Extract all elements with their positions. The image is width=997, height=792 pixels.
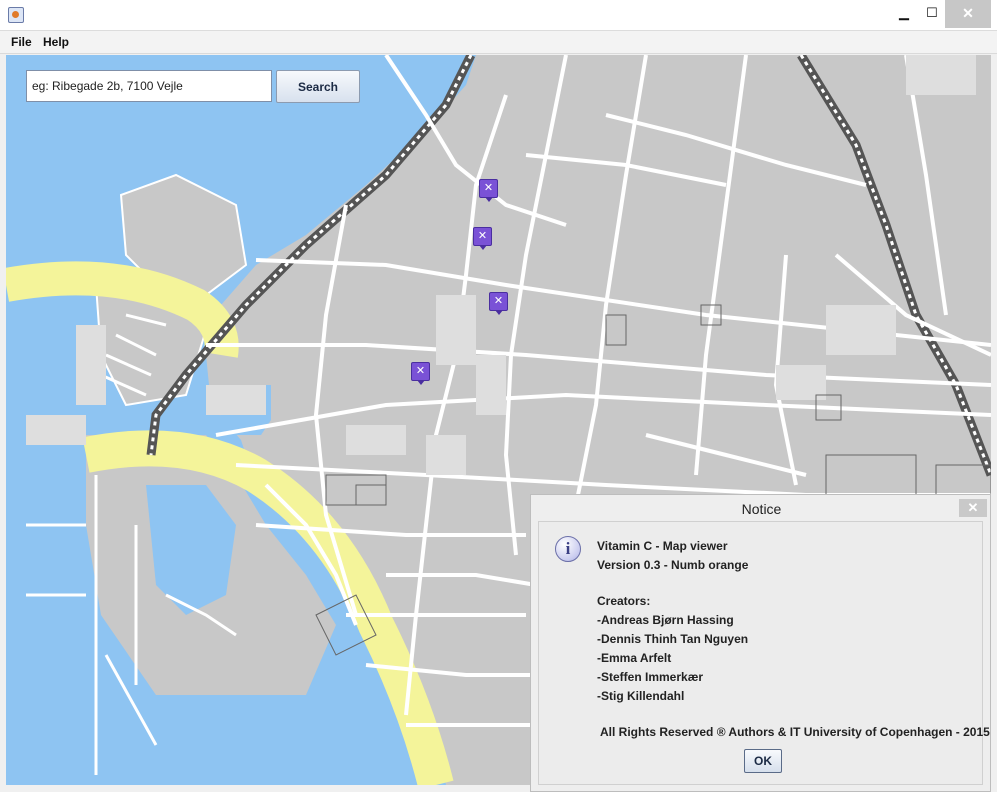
java-app-icon bbox=[8, 7, 24, 23]
about-line-app-name: Vitamin C - Map viewer bbox=[597, 539, 728, 553]
about-line-creator: -Emma Arfelt bbox=[597, 651, 672, 665]
about-line-creator: -Steffen Immerkær bbox=[597, 670, 704, 684]
about-line-creators-heading: Creators: bbox=[597, 594, 651, 608]
menu-bar: File Help bbox=[0, 31, 997, 54]
dialog-title: Notice bbox=[741, 501, 782, 517]
restaurant-icon[interactable]: ✕ bbox=[473, 227, 492, 250]
maximize-button[interactable]: ☐ bbox=[917, 0, 947, 28]
info-icon: i bbox=[555, 536, 581, 562]
about-line-creator: -Stig Killendahl bbox=[597, 689, 685, 703]
menu-help[interactable]: Help bbox=[43, 35, 69, 49]
copyright-footer: All Rights Reserved ® Authors & IT Unive… bbox=[600, 725, 990, 739]
about-line-version: Version 0.3 - Numb orange bbox=[597, 558, 749, 572]
notice-dialog: Notice ✕ i Vitamin C - Map viewer Versio… bbox=[530, 494, 991, 792]
address-search-input[interactable] bbox=[26, 70, 272, 102]
restaurant-icon[interactable]: ✕ bbox=[411, 362, 430, 385]
dialog-body: i Vitamin C - Map viewer Version 0.3 - N… bbox=[538, 521, 990, 785]
restaurant-icon[interactable]: ✕ bbox=[479, 179, 498, 202]
close-window-button[interactable]: ✕ bbox=[945, 0, 991, 28]
search-button[interactable]: Search bbox=[276, 70, 360, 103]
about-line-creator: -Andreas Bjørn Hassing bbox=[597, 613, 734, 627]
menu-file[interactable]: File bbox=[11, 35, 32, 49]
about-line-creator: -Dennis Thinh Tan Nguyen bbox=[597, 632, 749, 646]
dialog-close-button[interactable]: ✕ bbox=[959, 499, 987, 517]
title-bar: ▁ ☐ ✕ bbox=[0, 0, 997, 31]
ok-button[interactable]: OK bbox=[744, 749, 782, 773]
minimize-button[interactable]: ▁ bbox=[889, 0, 919, 28]
restaurant-icon[interactable]: ✕ bbox=[489, 292, 508, 315]
